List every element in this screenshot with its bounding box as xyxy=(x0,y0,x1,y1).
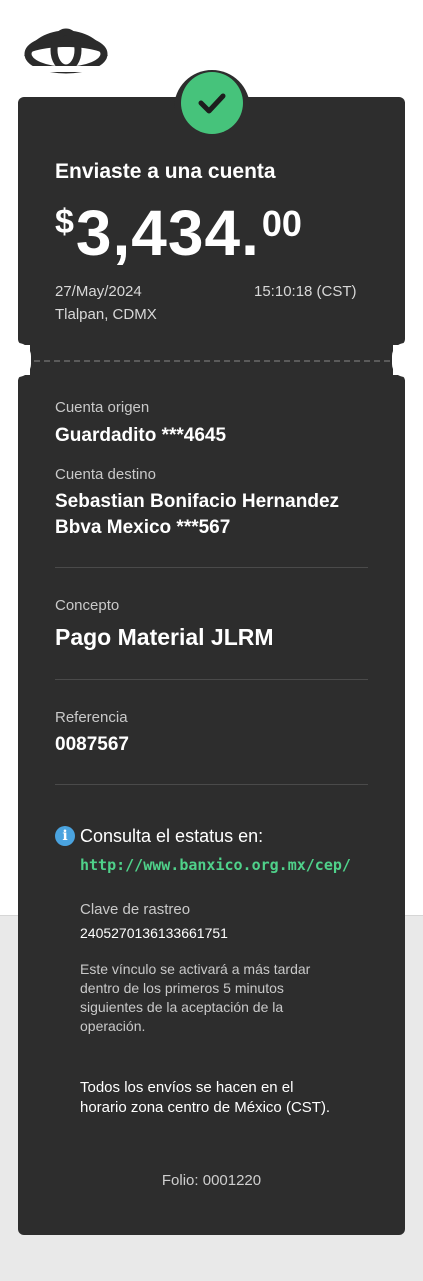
tear-notch-left xyxy=(5,343,31,377)
divider xyxy=(55,679,368,680)
activation-note-line: operación. xyxy=(80,1018,146,1034)
amount: $ 3,434. 00 xyxy=(55,197,302,269)
status-consulta-text: Consulta el estatus en: xyxy=(80,826,264,846)
concept-value: Pago Material JLRM xyxy=(55,624,274,650)
origin-account-label: Cuenta origen xyxy=(55,399,150,416)
origin-account-value: Guardadito ***4645 xyxy=(55,425,227,446)
timezone-note-line: horario zona centro de México (CST). xyxy=(80,1099,331,1116)
divider xyxy=(55,784,368,785)
timezone-note-line: Todos los envíos se hacen en el xyxy=(80,1079,294,1096)
reference-label: Referencia xyxy=(55,709,128,726)
bank-eye-logo xyxy=(24,28,108,74)
reference-value: 0087567 xyxy=(55,734,129,755)
tear-dashed-line xyxy=(34,360,390,362)
folio: Folio: 0001220 xyxy=(161,1172,262,1189)
dest-account-bank: Bbva Mexico ***567 xyxy=(55,517,231,538)
activation-note-line: siguientes de la aceptación de la xyxy=(80,999,284,1015)
banxico-cep-link[interactable]: http://www.banxico.org.mx/cep/ xyxy=(80,856,351,874)
divider xyxy=(55,567,368,568)
info-icon: i xyxy=(55,826,75,846)
activation-note-line: dentro de los primeros 5 minutos xyxy=(80,980,284,996)
amount-currency: $ xyxy=(55,203,74,241)
tracking-key-value: 2405270136133661751 xyxy=(80,925,228,941)
check-icon xyxy=(181,72,243,134)
transfer-location: Tlalpan, CDMX xyxy=(55,306,157,323)
transfer-time: 15:10:18 (CST) xyxy=(254,283,357,300)
tear-notch-right xyxy=(392,343,418,377)
dest-account-name: Sebastian Bonifacio Hernandez xyxy=(55,491,340,512)
receipt-title: Enviaste a una cuenta xyxy=(55,160,276,183)
tracking-key-label: Clave de rastreo xyxy=(80,901,191,918)
transfer-date: 27/May/2024 xyxy=(55,283,142,300)
amount-integer: 3,434. xyxy=(75,197,260,269)
amount-decimals: 00 xyxy=(261,203,302,244)
activation-note-line: Este vínculo se activará a más tardar xyxy=(80,961,311,977)
concept-label: Concepto xyxy=(55,597,120,614)
dest-account-label: Cuenta destino xyxy=(55,466,156,483)
